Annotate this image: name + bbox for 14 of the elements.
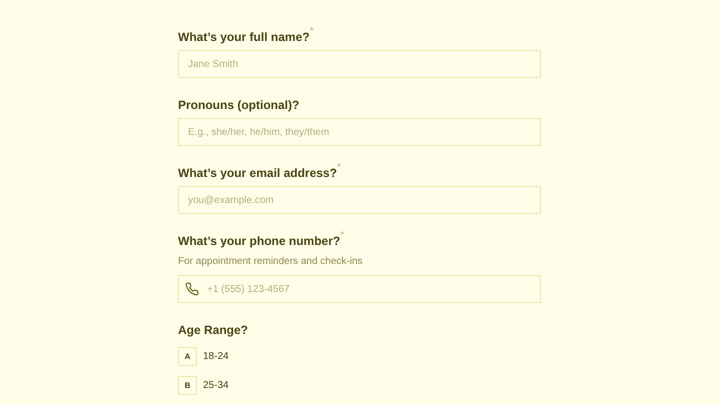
input-field[interactable]: E.g., she/her, he/him, they/them (178, 118, 541, 146)
question-label: Pronouns (optional)? (178, 97, 300, 113)
hint-text: For appointment reminders and check-ins (178, 256, 364, 267)
question-label: Age Range? (178, 322, 250, 338)
option-label[interactable]: 25-34 (203, 380, 229, 391)
phone-field[interactable]: +1 (555) 123-4567 (178, 275, 541, 303)
input-field[interactable]: you@example.com (178, 186, 541, 214)
question-label: What’s your email address?$^{*}$ (178, 165, 342, 181)
option-key[interactable]: A (178, 347, 197, 366)
question-label: What’s your full name?$^{*}$ (178, 29, 314, 45)
option-key[interactable]: B (178, 376, 197, 395)
option-label[interactable]: 18-24 (203, 351, 229, 362)
input-field[interactable]: Jane Smith (178, 50, 541, 78)
question-label: What’s your phone number?$^{*}$ (178, 233, 346, 249)
